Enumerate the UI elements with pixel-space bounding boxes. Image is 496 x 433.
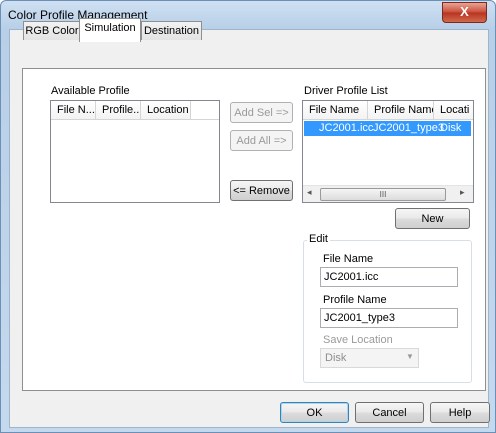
driver-profile-list-label: Driver Profile List (304, 85, 388, 97)
tab-rgb-color[interactable]: RGB Color (23, 21, 81, 40)
profile-name-label: Profile Name (323, 294, 387, 306)
cell-location: Disk (440, 122, 462, 134)
file-name-field[interactable]: JC2001.icc (320, 267, 458, 287)
scroll-right-icon[interactable]: ▸ (460, 187, 465, 198)
scroll-thumb[interactable]: III (320, 188, 446, 201)
horizontal-scrollbar[interactable]: ◂ III ▸ (303, 185, 473, 202)
scroll-left-icon[interactable]: ◂ (307, 187, 312, 198)
tab-label: Destination (143, 25, 200, 37)
column-header-profile[interactable]: Profile... (96, 101, 141, 119)
scroll-grip-icon: III (379, 190, 387, 199)
column-header-file-name[interactable]: File N... (51, 101, 96, 119)
tab-destination[interactable]: Destination (141, 21, 202, 40)
add-sel-button[interactable]: Add Sel => (230, 102, 293, 123)
tab-label: RGB Color (25, 25, 79, 37)
file-name-value: JC2001.icc (324, 271, 379, 283)
edit-group-title: Edit (307, 233, 330, 245)
profile-name-value: JC2001_type3 (324, 312, 395, 324)
driver-profile-list[interactable]: File Name Profile Name Locati JC2001.icc… (302, 100, 474, 203)
dialog-window: Color Profile Management X RGB Color Sim… (0, 0, 496, 433)
profile-name-field[interactable]: JC2001_type3 (320, 308, 458, 328)
available-profile-label: Available Profile (51, 85, 130, 97)
add-all-button[interactable]: Add All => (230, 130, 293, 151)
close-icon: X (460, 4, 469, 19)
chevron-down-icon: ▼ (406, 352, 414, 361)
column-header-location[interactable]: Locati (434, 101, 473, 119)
column-header-file-name[interactable]: File Name (303, 101, 368, 119)
available-profile-list[interactable]: File N... Profile... Location (50, 100, 220, 203)
tab-label: Simulation (84, 22, 136, 34)
column-header-location[interactable]: Location (141, 101, 191, 119)
file-name-label: File Name (323, 253, 374, 265)
cell-file-name: JC2001.icc (319, 122, 374, 134)
new-button[interactable]: New (395, 208, 470, 229)
remove-button[interactable]: <= Remove (230, 180, 293, 201)
tab-simulation[interactable]: Simulation (79, 18, 141, 42)
save-location-label: Save Location (323, 334, 393, 346)
save-location-value: Disk (325, 352, 347, 364)
list-header-row: File N... Profile... Location (51, 101, 219, 120)
column-header-profile-name[interactable]: Profile Name (368, 101, 434, 119)
ok-button[interactable]: OK (280, 402, 349, 423)
save-location-select[interactable]: Disk ▼ (320, 348, 419, 368)
help-button[interactable]: Help (430, 402, 490, 423)
cancel-button[interactable]: Cancel (355, 402, 424, 423)
close-button[interactable]: X (442, 2, 487, 23)
list-header-row: File Name Profile Name Locati (303, 101, 473, 120)
cell-profile-name: JC2001_type3 (373, 122, 444, 134)
table-row[interactable]: JC2001.icc JC2001_type3 Disk (304, 121, 471, 136)
